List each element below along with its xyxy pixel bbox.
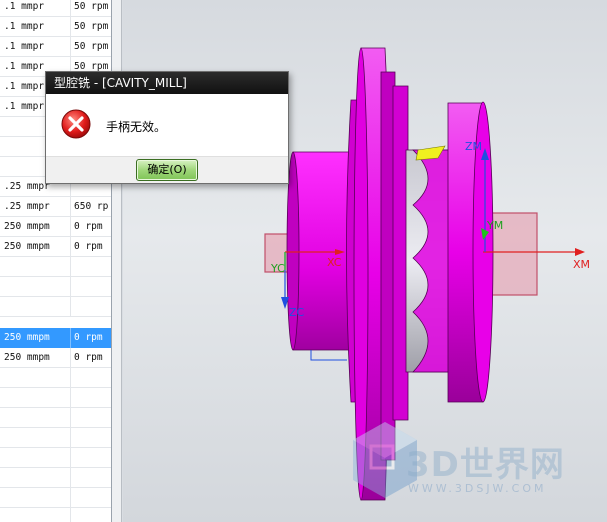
feed-rate-cell	[4, 388, 68, 407]
spindle-speed-cell	[74, 408, 111, 427]
feed-rate-cell: 250 mmpm	[4, 332, 50, 343]
feed-rate-cell: 250 mmpm	[4, 221, 50, 232]
table-row[interactable]: .1 mmpr 50 rpm	[0, 37, 111, 57]
table-row[interactable]	[0, 408, 111, 428]
dialog-message: 手柄无效。	[106, 120, 167, 134]
label-xm: XM	[573, 258, 590, 271]
feed-rate-cell	[4, 257, 68, 276]
label-zm: ZM	[465, 140, 482, 153]
label-yc: YC	[270, 262, 285, 275]
table-row[interactable]: 250 mmpm 0 rpm	[0, 348, 111, 368]
spindle-speed-cell	[74, 448, 111, 467]
spindle-speed-cell: 50 rpm	[74, 41, 109, 52]
table-row[interactable]: 250 mmpm 0 rpm	[0, 237, 111, 257]
label-ym: YM	[486, 219, 503, 232]
feed-rate-cell: .1 mmpr	[4, 1, 45, 12]
feed-rate-cell: 250 mmpm	[4, 241, 50, 252]
spindle-speed-cell	[74, 368, 111, 387]
spindle-speed-cell: 50 rpm	[74, 21, 109, 32]
feed-rate-cell	[4, 297, 68, 316]
table-row[interactable]: .1 mmpr 50 rpm	[0, 17, 111, 37]
spindle-speed-cell	[74, 468, 111, 487]
table-row[interactable]	[0, 277, 111, 297]
spindle-speed-cell	[74, 428, 111, 447]
table-row[interactable]: 250 mmpm 0 rpm	[0, 217, 111, 237]
feed-rate-cell	[4, 408, 68, 427]
table-row[interactable]	[0, 468, 111, 488]
table-row[interactable]	[0, 428, 111, 448]
spindle-speed-cell	[74, 488, 111, 507]
spindle-speed-cell: 0 rpm	[74, 352, 103, 363]
spindle-speed-cell	[74, 508, 111, 522]
spindle-speed-cell	[74, 277, 111, 296]
spindle-speed-cell: 50 rpm	[74, 1, 109, 12]
spindle-speed-cell	[74, 297, 111, 316]
error-dialog: 型腔铣 - [CAVITY_MILL] 手柄无效。 确定(O)	[45, 71, 289, 184]
feed-rate-cell: .1 mmpr	[4, 21, 45, 32]
watermark-text: 3D世界网	[406, 445, 565, 485]
spindle-speed-cell	[74, 388, 111, 407]
spindle-speed-cell: 650 rp	[74, 201, 109, 212]
table-row[interactable]: .1 mmpr 50 rpm	[0, 0, 111, 17]
dialog-body: 手柄无效。 确定(O)	[46, 94, 288, 183]
spindle-speed-cell: 0 rpm	[74, 241, 103, 252]
dialog-title[interactable]: 型腔铣 - [CAVITY_MILL]	[46, 72, 288, 94]
error-icon	[61, 109, 91, 139]
table-row[interactable]: .25 mmpr 650 rp	[0, 197, 111, 217]
table-row[interactable]	[0, 508, 111, 522]
feed-rate-cell	[4, 468, 68, 487]
feed-rate-cell: .1 mmpr	[4, 41, 45, 52]
feed-rate-cell	[4, 368, 68, 387]
table-row[interactable]	[0, 297, 111, 317]
dialog-footer: 确定(O)	[46, 156, 288, 183]
table-row[interactable]	[0, 388, 111, 408]
table-row[interactable]	[0, 448, 111, 468]
label-xc: XC	[327, 256, 342, 269]
feed-rate-cell	[4, 448, 68, 467]
spindle-speed-cell	[74, 257, 111, 276]
table-row[interactable]	[0, 257, 111, 277]
feed-rate-cell	[4, 488, 68, 507]
feed-rate-cell	[4, 508, 68, 522]
feed-rate-cell	[4, 428, 68, 447]
table-row[interactable]: 250 mmpm 0 rpm	[0, 328, 111, 348]
label-zc: ZC	[289, 306, 305, 319]
watermark-url: WWW.3DSJW.COM	[408, 482, 547, 495]
table-row[interactable]	[0, 488, 111, 508]
feed-rate-cell	[4, 277, 68, 296]
ok-button[interactable]: 确定(O)	[136, 159, 198, 181]
spindle-speed-cell: 0 rpm	[74, 221, 103, 232]
feed-rate-cell: .25 mmpr	[4, 201, 50, 212]
feed-rate-cell: 250 mmpm	[4, 352, 50, 363]
spindle-speed-cell: 0 rpm	[74, 332, 103, 343]
table-row[interactable]	[0, 368, 111, 388]
